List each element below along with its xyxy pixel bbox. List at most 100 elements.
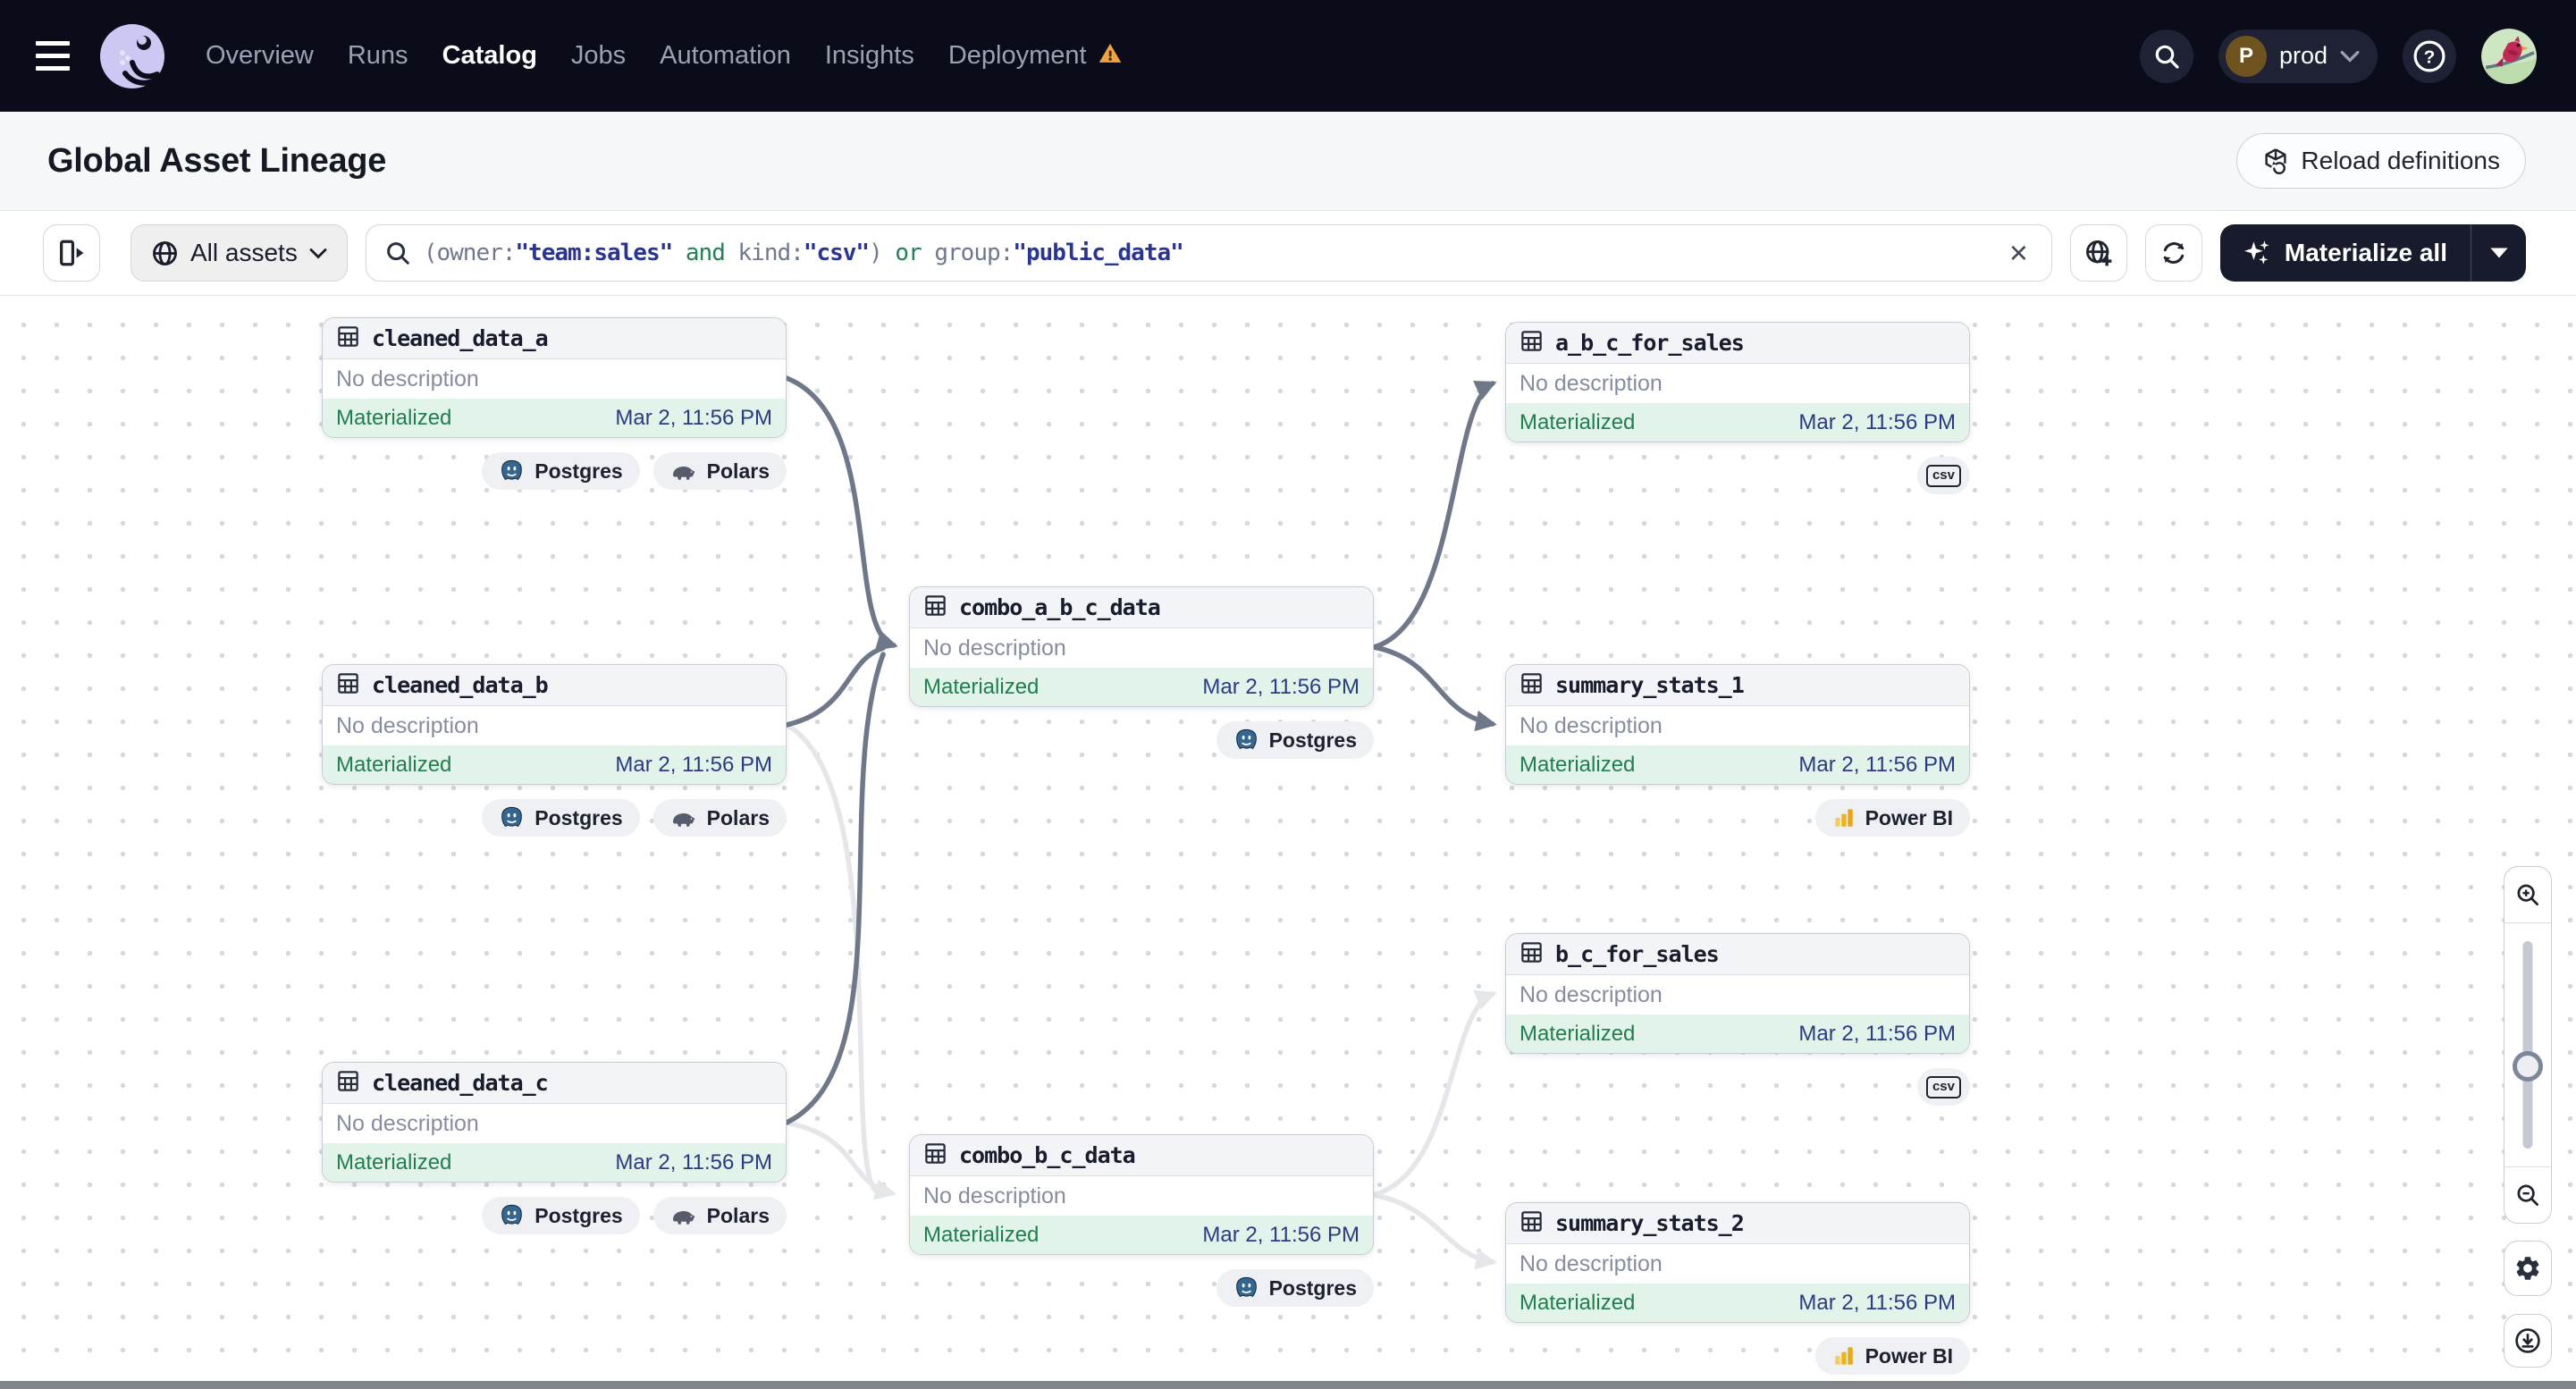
asset-materialized-time[interactable]: Mar 2, 11:56 PM [615, 753, 772, 778]
kind-tag-postgres[interactable]: Postgres [1216, 1269, 1374, 1307]
asset-name: summary_stats_1 [1555, 672, 1745, 698]
materialize-options-button[interactable] [2471, 224, 2526, 282]
asset-materialized-time[interactable]: Mar 2, 11:56 PM [615, 406, 772, 431]
postgres-icon [1235, 728, 1257, 749]
materialize-all-split-button: Materialize all [2219, 224, 2526, 282]
kind-label: Power BI [1865, 805, 1953, 829]
refresh-button[interactable] [2144, 224, 2202, 282]
kind-tag-polars[interactable]: Polars [652, 1197, 787, 1234]
asset-materialized-time[interactable]: Mar 2, 11:56 PM [1202, 675, 1360, 700]
asset-description: No description [923, 636, 1066, 661]
nav-item-catalog[interactable]: Catalog [442, 41, 537, 71]
kind-tag-postgres[interactable]: Postgres [482, 452, 640, 490]
asset-node-b-c-for-sales[interactable]: b_c_for_sales No description Materialize… [1505, 933, 1970, 1054]
asset-materialized-time[interactable]: Mar 2, 11:56 PM [1202, 1223, 1360, 1248]
graph-settings-button[interactable] [2504, 1241, 2552, 1296]
zoom-out-button[interactable] [2504, 1166, 2551, 1223]
nav-items: Overview Runs Catalog Jobs Automation In… [206, 41, 1123, 71]
gear-icon [2516, 1257, 2539, 1280]
table-icon [923, 593, 947, 622]
asset-kind-tags: Postgres [1216, 1269, 1374, 1307]
zoom-slider[interactable] [2504, 923, 2551, 1166]
asset-materialized-time[interactable]: Mar 2, 11:56 PM [1798, 1291, 1956, 1316]
asset-materialized-time[interactable]: Mar 2, 11:56 PM [1798, 1022, 1956, 1047]
nav-item-runs[interactable]: Runs [348, 41, 408, 71]
zoom-in-icon [2517, 884, 2538, 905]
user-avatar[interactable] [2481, 28, 2537, 84]
zoom-in-button[interactable] [2504, 867, 2551, 923]
kind-label: Polars [706, 1203, 770, 1227]
asset-scope-dropdown[interactable]: All assets [130, 224, 348, 282]
reload-definitions-button[interactable]: Reload definitions [2236, 133, 2526, 189]
edge-cleaned-b-to-combo-bc [784, 722, 883, 1196]
kind-label: Postgres [1268, 1275, 1357, 1300]
kind-tag-polars[interactable]: Polars [652, 452, 787, 490]
nav-item-automation[interactable]: Automation [660, 41, 791, 71]
asset-node-combo-a-b-c-data[interactable]: combo_a_b_c_data No description Material… [909, 586, 1374, 707]
asset-name: cleaned_data_a [372, 325, 549, 351]
zoom-slider-handle[interactable] [2513, 1051, 2543, 1082]
kind-label: Polars [706, 805, 770, 829]
asset-node-cleaned-data-b[interactable]: cleaned_data_b No description Materializ… [322, 664, 787, 785]
asset-search-input[interactable]: (owner:"team:sales" and kind:"csv") or g… [365, 224, 2052, 282]
download-icon [2515, 1328, 2540, 1353]
asset-node-a-b-c-for-sales[interactable]: a_b_c_for_sales No description Materiali… [1505, 322, 1970, 442]
lineage-canvas[interactable]: cleaned_data_a No description Materializ… [0, 296, 2576, 1381]
asset-description: No description [1520, 982, 1663, 1007]
asset-kind-tags: Postgres Polars [482, 1197, 787, 1234]
kind-tag-csv[interactable]: csv [1916, 1068, 1970, 1106]
kind-tag-postgres[interactable]: Postgres [482, 799, 640, 837]
kind-tag-polars[interactable]: Polars [652, 799, 787, 837]
asset-name: cleaned_data_c [372, 1070, 549, 1096]
asset-node-combo-b-c-data[interactable]: combo_b_c_data No description Materializ… [909, 1134, 1374, 1255]
asset-node-cleaned-data-c[interactable]: cleaned_data_c No description Materializ… [322, 1062, 787, 1183]
hamburger-menu-icon[interactable] [36, 35, 79, 78]
asset-materialized-time[interactable]: Mar 2, 11:56 PM [1798, 410, 1956, 435]
asset-node-summary-stats-2[interactable]: summary_stats_2 No description Materiali… [1505, 1202, 1970, 1323]
asset-status: Materialized [336, 1149, 452, 1174]
edge-combo-bc-to-b-c-for-sales [1371, 989, 1497, 1198]
nav-item-insights[interactable]: Insights [825, 41, 914, 71]
asset-status: Materialized [923, 674, 1040, 699]
nav-item-jobs[interactable]: Jobs [571, 41, 626, 71]
asset-kind-tags: Power BI [1814, 799, 1970, 837]
clear-search-button[interactable]: × [2004, 237, 2033, 269]
kind-tag-postgres[interactable]: Postgres [482, 1197, 640, 1234]
bottom-window-edge [0, 1381, 2576, 1389]
asset-node-summary-stats-1[interactable]: summary_stats_1 No description Materiali… [1505, 664, 1970, 785]
download-graph-button[interactable] [2504, 1314, 2552, 1368]
asset-status: Materialized [336, 752, 452, 777]
asset-kind-tags: Postgres Polars [482, 452, 787, 490]
power-bi-icon [1834, 1347, 1853, 1365]
asset-node-cleaned-data-a[interactable]: cleaned_data_a No description Materializ… [322, 317, 787, 438]
materialize-all-button[interactable]: Materialize all [2220, 224, 2471, 282]
asset-materialized-time[interactable]: Mar 2, 11:56 PM [1798, 753, 1956, 778]
kind-tag-power-bi[interactable]: Power BI [1814, 1337, 1970, 1375]
zoom-panel [2504, 866, 2552, 1224]
nav-item-overview[interactable]: Overview [206, 41, 314, 71]
expand-sidebar-button[interactable] [43, 224, 100, 282]
asset-description: No description [336, 713, 479, 738]
kind-tag-csv[interactable]: csv [1916, 457, 1970, 494]
caret-down-icon [2489, 248, 2508, 258]
edge-combo-bc-to-summary-stats-2 [1371, 1192, 1497, 1270]
help-button[interactable]: ? [2403, 29, 2456, 83]
global-search-button[interactable] [2139, 29, 2193, 83]
chevron-down-icon [2340, 50, 2360, 63]
zoom-out-icon [2517, 1184, 2538, 1206]
kind-label: Power BI [1865, 1343, 1953, 1368]
asset-status: Materialized [1520, 1021, 1636, 1046]
search-icon [386, 242, 409, 265]
dagster-logo[interactable] [98, 22, 166, 90]
asset-status: Materialized [1520, 1290, 1636, 1315]
environment-switcher[interactable]: P prod [2218, 29, 2378, 83]
asset-status: Materialized [923, 1222, 1040, 1247]
kind-tag-power-bi[interactable]: Power BI [1814, 799, 1970, 837]
sparkles-icon [2244, 240, 2269, 265]
zoom-slider-track[interactable] [2522, 941, 2533, 1149]
asset-materialized-time[interactable]: Mar 2, 11:56 PM [615, 1150, 772, 1175]
kind-tag-postgres[interactable]: Postgres [1216, 721, 1374, 759]
new-asset-selection-button[interactable] [2069, 224, 2127, 282]
polars-icon [672, 467, 695, 480]
nav-item-deployment[interactable]: Deployment [948, 41, 1087, 71]
